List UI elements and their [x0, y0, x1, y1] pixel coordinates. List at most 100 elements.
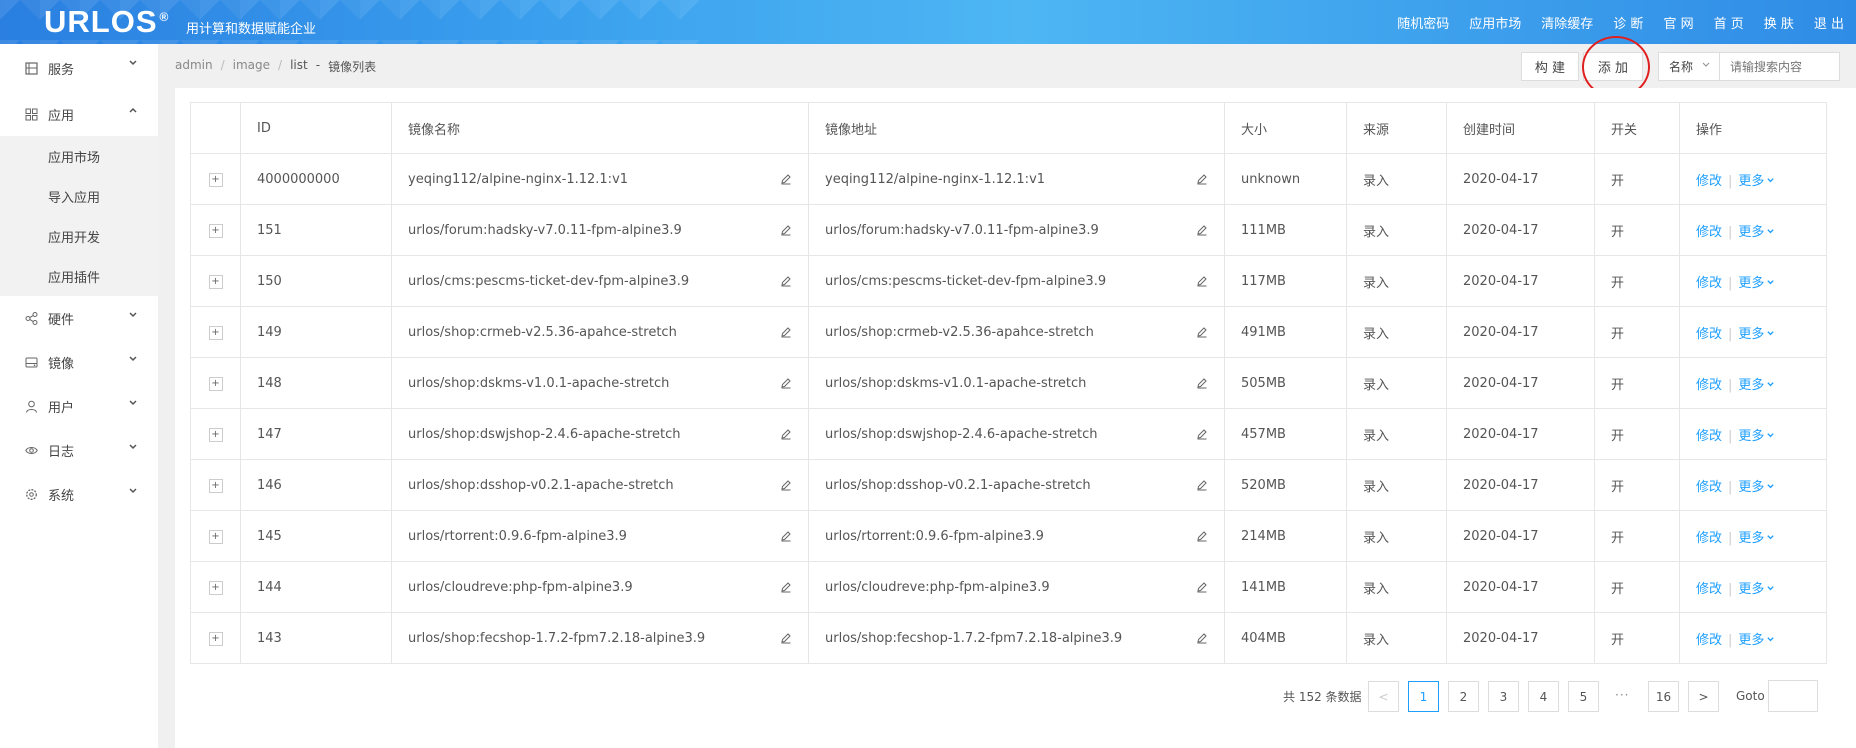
next-page-button[interactable]: > — [1688, 681, 1719, 712]
cell-created: 2020-04-17 — [1446, 255, 1595, 307]
breadcrumb-list: list — [290, 58, 308, 72]
page-button[interactable]: 2 — [1448, 681, 1479, 712]
submenu-import-app[interactable]: 导入应用 — [0, 176, 158, 216]
edit-link[interactable]: 修改 — [1696, 378, 1722, 393]
more-dropdown[interactable]: 更多 — [1738, 327, 1775, 342]
prev-page-button[interactable]: < — [1368, 681, 1399, 712]
nav-official-site[interactable]: 官 网 — [1663, 13, 1693, 32]
urlos-logo[interactable]: URLOS ® — [44, 4, 169, 40]
submenu-app-dev[interactable]: 应用开发 — [0, 216, 158, 256]
edit-pencil-icon[interactable] — [780, 479, 792, 491]
submenu-app-plugin[interactable]: 应用插件 — [0, 256, 158, 296]
edit-pencil-icon[interactable] — [780, 224, 792, 236]
table-body: +4000000000 yeqing112/alpine-nginx-1.12.1… — [190, 153, 1827, 664]
sidebar-item-hardware[interactable]: 硬件 — [0, 296, 158, 340]
table-row: +147 urlos/shop:dswjshop-2.4.6-apache-str… — [190, 408, 1827, 460]
more-dropdown[interactable]: 更多 — [1738, 633, 1775, 648]
cell-id: 151 — [240, 204, 392, 256]
more-dropdown[interactable]: 更多 — [1738, 174, 1775, 189]
edit-pencil-icon[interactable] — [1196, 581, 1208, 593]
add-button[interactable]: 添 加 — [1583, 52, 1643, 81]
more-dropdown[interactable]: 更多 — [1738, 225, 1775, 240]
edit-pencil-icon[interactable] — [780, 173, 792, 185]
edit-pencil-icon[interactable] — [1196, 428, 1208, 440]
nav-diagnose[interactable]: 诊 断 — [1613, 13, 1643, 32]
search-input[interactable] — [1719, 52, 1840, 81]
sidebar-item-logs[interactable]: 日志 — [0, 428, 158, 472]
sidebar-item-image[interactable]: 镜像 — [0, 340, 158, 384]
edit-link[interactable]: 修改 — [1696, 480, 1722, 495]
more-dropdown[interactable]: 更多 — [1738, 531, 1775, 546]
page-button[interactable]: 3 — [1488, 681, 1519, 712]
edit-link[interactable]: 修改 — [1696, 633, 1722, 648]
cell-name: urlos/rtorrent:0.9.6-fpm-alpine3.9 — [391, 510, 809, 562]
sidebar-item-system[interactable]: 系统 — [0, 472, 158, 516]
nav-change-skin[interactable]: 换 肤 — [1764, 13, 1794, 32]
edit-pencil-icon[interactable] — [1196, 173, 1208, 185]
more-dropdown[interactable]: 更多 — [1738, 429, 1775, 444]
edit-link[interactable]: 修改 — [1696, 327, 1722, 342]
cell-address: urlos/forum:hadsky-v7.0.11-fpm-alpine3.9 — [808, 204, 1225, 256]
build-button[interactable]: 构 建 — [1521, 52, 1579, 81]
edit-pencil-icon[interactable] — [780, 530, 792, 542]
search-field-select[interactable]: 名称 — [1658, 52, 1720, 81]
expand-row-icon[interactable]: + — [208, 632, 223, 646]
edit-pencil-icon[interactable] — [1196, 479, 1208, 491]
submenu-app-market[interactable]: 应用市场 — [0, 136, 158, 176]
breadcrumb-image[interactable]: image — [233, 58, 270, 75]
more-dropdown[interactable]: 更多 — [1738, 378, 1775, 393]
expand-row-icon[interactable]: + — [208, 581, 223, 595]
sidebar-item-apps[interactable]: 应用 — [0, 92, 158, 136]
edit-pencil-icon[interactable] — [1196, 632, 1208, 644]
sidebar-item-users[interactable]: 用户 — [0, 384, 158, 428]
edit-pencil-icon[interactable] — [780, 428, 792, 440]
nav-logout[interactable]: 退 出 — [1814, 13, 1844, 32]
breadcrumb-admin[interactable]: admin — [175, 58, 213, 75]
page-button-last[interactable]: 16 — [1648, 681, 1679, 712]
page-button[interactable]: 1 — [1408, 681, 1439, 712]
sidebar-item-service[interactable]: 服务 — [0, 44, 158, 92]
edit-link[interactable]: 修改 — [1696, 582, 1722, 597]
cell-size: 505MB — [1224, 357, 1347, 409]
expand-cell: + — [190, 408, 241, 460]
cell-actions: 修改 | 更多 — [1679, 510, 1827, 562]
expand-row-icon[interactable]: + — [208, 224, 223, 238]
expand-row-icon[interactable]: + — [208, 173, 223, 187]
edit-link[interactable]: 修改 — [1696, 276, 1722, 291]
edit-pencil-icon[interactable] — [1196, 224, 1208, 236]
page-button[interactable]: 5 — [1568, 681, 1599, 712]
edit-pencil-icon[interactable] — [780, 581, 792, 593]
expand-row-icon[interactable]: + — [208, 377, 223, 391]
page-button[interactable]: 4 — [1528, 681, 1559, 712]
page-ellipsis: ··· — [1615, 688, 1630, 702]
edit-pencil-icon[interactable] — [780, 326, 792, 338]
more-dropdown[interactable]: 更多 — [1738, 276, 1775, 291]
expand-row-icon[interactable]: + — [208, 326, 223, 340]
edit-pencil-icon[interactable] — [780, 275, 792, 287]
more-dropdown[interactable]: 更多 — [1738, 582, 1775, 597]
edit-pencil-icon[interactable] — [1196, 377, 1208, 389]
edit-pencil-icon[interactable] — [1196, 275, 1208, 287]
edit-link[interactable]: 修改 — [1696, 429, 1722, 444]
edit-link[interactable]: 修改 — [1696, 225, 1722, 240]
expand-row-icon[interactable]: + — [208, 479, 223, 493]
edit-link[interactable]: 修改 — [1696, 174, 1722, 189]
expand-row-icon[interactable]: + — [208, 275, 223, 289]
nav-random-password[interactable]: 随机密码 — [1397, 13, 1449, 32]
table-row: +149 urlos/shop:crmeb-v2.5.36-apahce-stre… — [190, 306, 1827, 358]
expand-row-icon[interactable]: + — [208, 428, 223, 442]
edit-pencil-icon[interactable] — [780, 377, 792, 389]
cell-switch: 开 — [1594, 357, 1680, 409]
edit-link[interactable]: 修改 — [1696, 531, 1722, 546]
expand-row-icon[interactable]: + — [208, 530, 223, 544]
more-dropdown[interactable]: 更多 — [1738, 480, 1775, 495]
nav-app-market[interactable]: 应用市场 — [1469, 13, 1521, 32]
edit-pencil-icon[interactable] — [1196, 326, 1208, 338]
nav-clear-cache[interactable]: 清除缓存 — [1541, 13, 1593, 32]
sidebar: 服务 应用 应用市场 导入应用 应用开发 应用插件 硬件 镜像 用户 日志 系统 — [0, 44, 158, 748]
goto-page-input[interactable] — [1768, 680, 1818, 712]
edit-pencil-icon[interactable] — [780, 632, 792, 644]
nav-home[interactable]: 首 页 — [1714, 13, 1744, 32]
cell-id: 145 — [240, 510, 392, 562]
edit-pencil-icon[interactable] — [1196, 530, 1208, 542]
